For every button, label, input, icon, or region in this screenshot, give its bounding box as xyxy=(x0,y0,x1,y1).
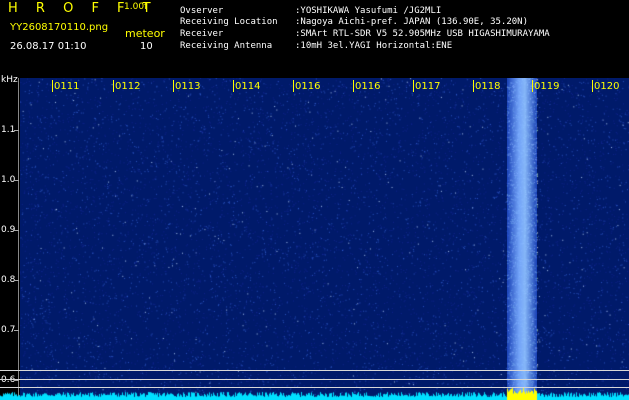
app-version: 1.00f xyxy=(124,2,148,12)
mode-label: meteor xyxy=(125,27,165,40)
y-tick xyxy=(14,130,19,131)
reference-line xyxy=(0,379,629,380)
time-tick-label: 0120 xyxy=(594,81,620,92)
time-tick-label: 0116 xyxy=(355,81,381,92)
y-tick xyxy=(14,180,19,181)
noise-texture xyxy=(20,78,629,400)
time-tick-label: 0119 xyxy=(534,81,560,92)
time-tick xyxy=(413,80,414,92)
location-value: :Nagoya Aichi-pref. JAPAN (136.90E, 35.2… xyxy=(295,17,528,27)
observer-label: Ovserver xyxy=(180,6,224,16)
time-tick xyxy=(353,80,354,92)
time-tick xyxy=(233,80,234,92)
time-tick-label: 0113 xyxy=(175,81,201,92)
meteor-count: 10 xyxy=(140,41,153,52)
time-tick xyxy=(473,80,474,92)
y-axis-unit: kHz xyxy=(1,75,18,85)
time-tick-label: 0116 xyxy=(295,81,321,92)
file-name: YY2608170110.png xyxy=(10,22,109,33)
receiver-value: :SMArt RTL-SDR V5 52.905MHz USB HIGASHIM… xyxy=(295,29,550,39)
reference-line xyxy=(0,370,629,371)
time-tick xyxy=(52,80,53,92)
time-tick-label: 0117 xyxy=(415,81,441,92)
time-tick xyxy=(173,80,174,92)
antenna-label: Receiving Antenna xyxy=(180,41,273,51)
meteor-echo-band xyxy=(507,78,537,400)
time-tick xyxy=(293,80,294,92)
observer-value: :YOSHIKAWA Yasufumi /JG2MLI xyxy=(295,6,442,16)
time-tick-label: 0118 xyxy=(475,81,501,92)
time-tick xyxy=(592,80,593,92)
y-tick xyxy=(14,380,19,381)
time-tick-label: 0111 xyxy=(54,81,80,92)
location-label: Receiving Location xyxy=(180,17,278,27)
spectrum-strip xyxy=(0,388,629,400)
time-tick xyxy=(113,80,114,92)
time-tick-label: 0114 xyxy=(235,81,261,92)
y-tick xyxy=(14,280,19,281)
receiver-label: Receiver xyxy=(180,29,224,39)
antenna-value: :10mH 3el.YAGI Horizontal:ENE xyxy=(295,41,453,51)
y-axis-line xyxy=(18,78,19,400)
y-tick xyxy=(14,230,19,231)
time-tick xyxy=(532,80,533,92)
header-panel: H R O F F T 1.00f YY2608170110.png meteo… xyxy=(0,0,629,72)
time-tick-label: 0112 xyxy=(115,81,141,92)
y-tick xyxy=(14,330,19,331)
timestamp: 26.08.17 01:10 xyxy=(10,41,87,52)
waterfall-plot xyxy=(20,78,629,400)
